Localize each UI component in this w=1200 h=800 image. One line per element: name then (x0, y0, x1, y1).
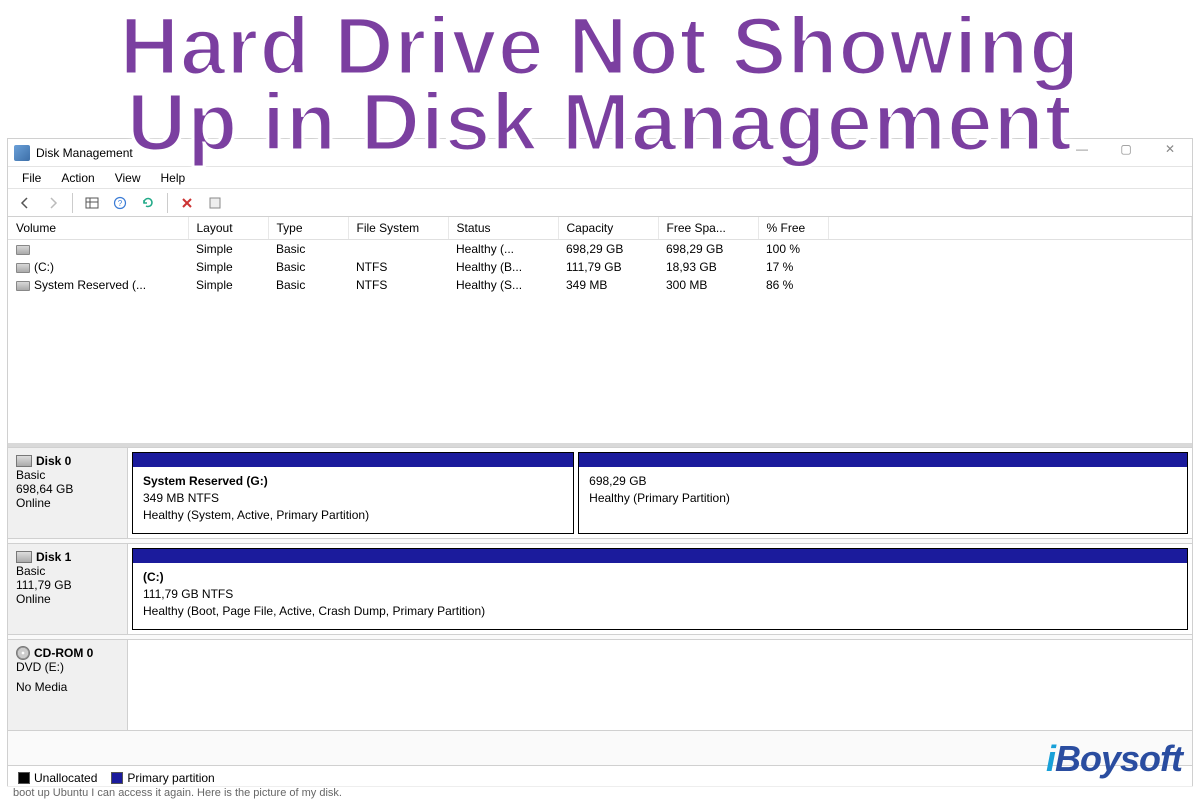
menu-help[interactable]: Help (153, 169, 194, 187)
partition-status: Healthy (Primary Partition) (589, 491, 730, 505)
col-type[interactable]: Type (268, 217, 348, 240)
volume-table-header: Volume Layout Type File System Status Ca… (8, 217, 1192, 240)
partition-area: System Reserved (G:) 349 MB NTFS Healthy (… (128, 448, 1192, 538)
toolbar: ? (8, 189, 1192, 217)
hard-disk-icon (16, 455, 32, 467)
partial-cropped-text: boot up Ubuntu I can access it again. He… (7, 786, 1193, 800)
maximize-button[interactable]: ▢ (1108, 142, 1144, 156)
disk-name: CD-ROM 0 (34, 646, 93, 660)
disk-size: 111,79 GB (16, 578, 119, 592)
col-filesystem[interactable]: File System (348, 217, 448, 240)
svg-text:?: ? (118, 199, 123, 208)
app-icon (14, 145, 30, 161)
hard-disk-icon (16, 551, 32, 563)
delete-button[interactable] (176, 192, 198, 214)
disk-type: DVD (E:) (16, 660, 119, 674)
partition-block[interactable]: 698,29 GB Healthy (Primary Partition) (578, 452, 1188, 534)
help-button[interactable]: ? (109, 192, 131, 214)
back-button[interactable] (14, 192, 36, 214)
partition-size: 349 MB NTFS (143, 491, 219, 505)
partition-color-bar (133, 549, 1187, 563)
disk-row: Disk 1Basic111,79 GBOnline (C:) 111,79 GB … (8, 543, 1192, 635)
partition-size: 111,79 GB NTFS (143, 587, 233, 601)
volume-icon (16, 263, 30, 273)
partition-status: Healthy (System, Active, Primary Partiti… (143, 508, 369, 522)
col-status[interactable]: Status (448, 217, 558, 240)
partition-area: (C:) 111,79 GB NTFS Healthy (Boot, Page Fi… (128, 544, 1192, 634)
minimize-button[interactable]: — (1064, 142, 1100, 156)
table-view-button[interactable] (81, 192, 103, 214)
disk-management-window: Disk Management — ▢ ✕ File Action View H… (7, 138, 1193, 790)
partition-title: (C:) (143, 570, 164, 584)
table-row[interactable]: SimpleBasicHealthy (...698,29 GB698,29 G… (8, 240, 1192, 259)
col-capacity[interactable]: Capacity (558, 217, 658, 240)
legend-primary: Primary partition (111, 771, 214, 785)
col-free[interactable]: Free Spa... (658, 217, 758, 240)
partition-block[interactable]: (C:) 111,79 GB NTFS Healthy (Boot, Page Fi… (132, 548, 1188, 630)
disk-type: Basic (16, 564, 119, 578)
swatch-primary-icon (111, 772, 123, 784)
disk-state: Online (16, 496, 119, 510)
graphical-view-pane: Disk 0Basic698,64 GBOnlineSystem Reserve… (8, 447, 1192, 765)
disk-label-cell[interactable]: Disk 1Basic111,79 GBOnline (8, 544, 128, 634)
window-title: Disk Management (36, 146, 133, 160)
table-row[interactable]: (C:)SimpleBasicNTFSHealthy (B...111,79 G… (8, 258, 1192, 276)
disk-name: Disk 1 (36, 550, 71, 564)
disk-row: CD-ROM 0DVD (E:) No Media (8, 639, 1192, 731)
partition-color-bar (579, 453, 1187, 467)
volume-list-pane: Volume Layout Type File System Status Ca… (8, 217, 1192, 447)
swatch-unallocated-icon (18, 772, 30, 784)
col-layout[interactable]: Layout (188, 217, 268, 240)
disk-label-cell[interactable]: Disk 0Basic698,64 GBOnline (8, 448, 128, 538)
optical-disc-icon (16, 646, 30, 660)
disk-state: Online (16, 592, 119, 606)
partition-status: Healthy (Boot, Page File, Active, Crash … (143, 604, 485, 618)
refresh-button[interactable] (137, 192, 159, 214)
table-row[interactable]: System Reserved (...SimpleBasicNTFSHealt… (8, 276, 1192, 294)
close-button[interactable]: ✕ (1152, 142, 1188, 156)
disk-size: 698,64 GB (16, 482, 119, 496)
col-volume[interactable]: Volume (8, 217, 188, 240)
menu-view[interactable]: View (107, 169, 149, 187)
partition-title: System Reserved (G:) (143, 474, 268, 488)
menu-file[interactable]: File (14, 169, 49, 187)
partition-area (128, 640, 1192, 730)
overlay-line1: Hard Drive Not Showing (120, 1, 1081, 92)
titlebar: Disk Management — ▢ ✕ (8, 139, 1192, 167)
volume-icon (16, 281, 30, 291)
window-controls: — ▢ ✕ (1064, 142, 1188, 156)
disk-state: No Media (16, 680, 119, 694)
forward-button[interactable] (42, 192, 64, 214)
disk-row: Disk 0Basic698,64 GBOnlineSystem Reserve… (8, 447, 1192, 539)
disk-type: Basic (16, 468, 119, 482)
volume-icon (16, 245, 30, 255)
legend-unallocated: Unallocated (18, 771, 97, 785)
disk-label-cell[interactable]: CD-ROM 0DVD (E:) No Media (8, 640, 128, 730)
partition-color-bar (133, 453, 573, 467)
menubar: File Action View Help (8, 167, 1192, 189)
partition-size: 698,29 GB (589, 474, 646, 488)
disk-name: Disk 0 (36, 454, 71, 468)
volume-table: Volume Layout Type File System Status Ca… (8, 217, 1192, 294)
menu-action[interactable]: Action (53, 169, 102, 187)
properties-button[interactable] (204, 192, 226, 214)
partition-block[interactable]: System Reserved (G:) 349 MB NTFS Healthy (… (132, 452, 574, 534)
col-pctfree[interactable]: % Free (758, 217, 828, 240)
